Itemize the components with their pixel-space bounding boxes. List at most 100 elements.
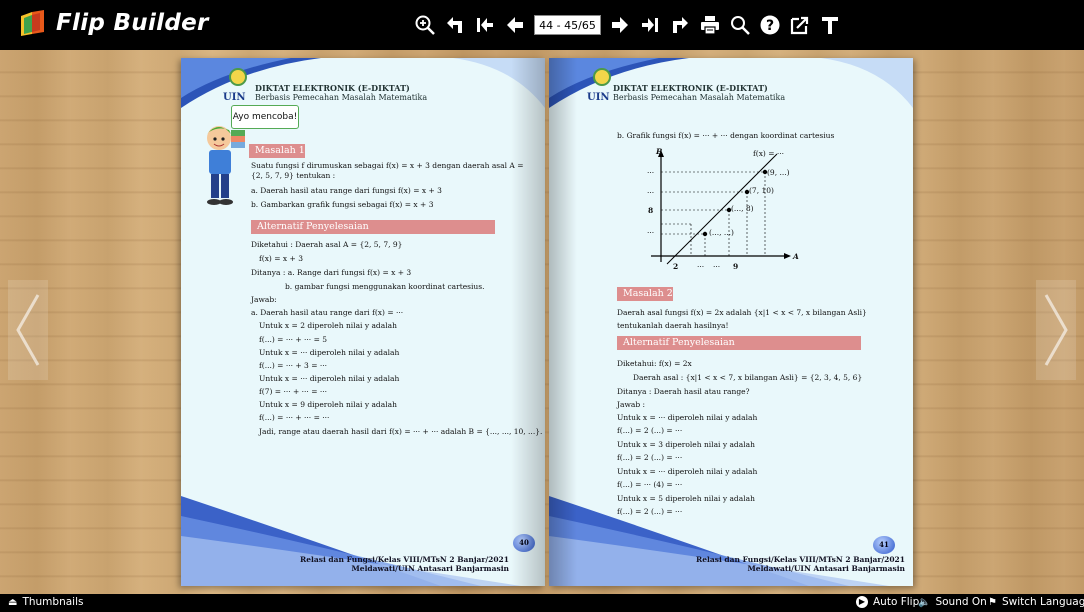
auto-flip-button[interactable]: ▶ Auto Flip: [856, 596, 919, 608]
page-gutter-shadow: [511, 58, 545, 586]
problem-line: tentukanlah daerah hasilnya!: [617, 321, 729, 330]
solution-line: f(...) = ··· + ··· = 5: [259, 335, 328, 344]
share-icon[interactable]: [665, 10, 695, 40]
svg-text:?: ?: [766, 18, 774, 34]
solution-line: Untuk x = 2 diperoleh nilai y adalah: [259, 321, 397, 330]
solution-line: Jawab:: [251, 295, 277, 304]
next-page-arrow[interactable]: [1036, 280, 1076, 380]
footer-course: Relasi dan Fungsi/Kelas VIII/MTsN 2 Banj…: [300, 555, 509, 564]
solution-line: Diketahui : Daerah asal A = {2, 5, 7, 9}: [251, 240, 403, 249]
graph-axis-y: B: [656, 147, 663, 156]
search-icon[interactable]: [725, 10, 755, 40]
uin-label: UIN: [587, 92, 610, 103]
problem-line: b. Gambarkan grafik fungsi sebagai f(x) …: [251, 200, 434, 209]
problem-line: {2, 5, 7, 9} tentukan :: [251, 171, 336, 180]
footer-course: Relasi dan Fungsi/Kelas VIII/MTsN 2 Banj…: [696, 555, 905, 564]
solution-line: f(...) = 2 (...) = ···: [617, 426, 683, 435]
app-title: Flip Builder: [56, 10, 209, 36]
graph-point-label: (7, 10): [749, 186, 774, 195]
header-subtitle: Berbasis Pemecahan Masalah Matematika: [613, 93, 786, 102]
solution-line: Untuk x = 9 diperoleh nilai y adalah: [259, 400, 397, 409]
footer-author: Meldawati/UIN Antasari Banjarmasin: [351, 564, 510, 573]
solution-line: Untuk x = ··· diperoleh nilai y adalah: [617, 467, 758, 476]
solution-line: Untuk x = 3 diperoleh nilai y adalah: [617, 440, 755, 449]
header-title: DIKTAT ELEKTRONIK (E-DIKTAT): [255, 83, 410, 93]
solution-line: Jadi, range atau daerah hasil dari f(x) …: [259, 427, 543, 436]
solution-line: f(x) = x + 3: [259, 254, 303, 263]
graph-point-label: (9, ...): [767, 168, 790, 177]
zoom-in-icon[interactable]: [410, 10, 440, 40]
toolbar-buttons: 44 - 45/65 ?: [410, 10, 845, 40]
book-logo-icon: [18, 8, 48, 38]
problem-line: Daerah asal fungsi f(x) = 2x adalah {x|1…: [617, 308, 867, 317]
graph-x-tick: ···: [713, 262, 721, 271]
auto-flip-label: Auto Flip: [873, 596, 920, 608]
last-page-icon[interactable]: [635, 10, 665, 40]
page-indicator-input[interactable]: 44 - 45/65: [534, 15, 601, 35]
app-logo: Flip Builder: [18, 8, 209, 38]
solution-line: f(...) = ··· + ··· = ···: [259, 413, 330, 422]
sound-label: Sound On: [935, 596, 987, 608]
play-circle-icon: ▶: [856, 596, 868, 608]
print-icon[interactable]: [695, 10, 725, 40]
solution-line: Daerah asal : {x|1 < x < 7, x bilangan A…: [633, 373, 863, 382]
corner-decoration: [821, 58, 913, 108]
masalah-1-label: Masalah 1: [249, 144, 305, 158]
thumbnails-button[interactable]: ⏏ Thumbnails: [8, 596, 83, 608]
graph-function-label: f(x) = ···: [753, 149, 785, 158]
graph-y-tick: ···: [647, 228, 655, 237]
graph-x-tick: ···: [697, 262, 705, 271]
solution-line: f(7) = ··· + ··· = ···: [259, 387, 328, 396]
graph-axis-x: A: [793, 252, 799, 261]
first-page-icon[interactable]: [470, 10, 500, 40]
solution-line: a. Daerah hasil atau range dari f(x) = ·…: [251, 308, 404, 317]
graph-y-tick: 8: [648, 206, 654, 215]
switch-language-label: Switch Language: [1001, 596, 1084, 608]
solution-line: Diketahui: f(x) = 2x: [617, 359, 692, 368]
prev-page-arrow[interactable]: [8, 280, 48, 380]
left-page[interactable]: DIKTAT ELEKTRONIK (E-DIKTAT) Berbasis Pe…: [181, 58, 545, 586]
footer-author: Meldawati/UIN Antasari Banjarmasin: [747, 564, 906, 573]
graph-y-tick: ···: [647, 168, 655, 177]
solution-line: Ditanya : Daerah hasil atau range?: [617, 387, 750, 396]
masalah-2-label: Masalah 2: [617, 287, 673, 301]
graph-caption: b. Grafik fungsi f(x) = ··· + ··· dengan…: [617, 131, 835, 140]
header-title: DIKTAT ELEKTRONIK (E-DIKTAT): [613, 83, 768, 93]
right-page[interactable]: DIKTAT ELEKTRONIK (E-DIKTAT) Berbasis Pe…: [549, 58, 913, 586]
top-toolbar: Flip Builder 44 - 45/65 ?: [0, 0, 1084, 50]
graph-point-label: (..., ...): [709, 228, 734, 237]
graph-x-tick: 9: [733, 262, 739, 271]
page-number: 41: [873, 536, 895, 554]
text-icon[interactable]: [815, 10, 845, 40]
solution-line: Jawab :: [617, 400, 646, 409]
bottom-bar: ⏏ Thumbnails ▶ Auto Flip 🔈 Sound On ⚑ Sw…: [0, 594, 1084, 612]
page-gutter-shadow: [549, 58, 577, 586]
next-page-icon[interactable]: [605, 10, 635, 40]
cartesian-graph: [651, 150, 791, 265]
flag-icon: ⚑: [988, 596, 997, 608]
undo-icon[interactable]: [440, 10, 470, 40]
thumbnails-label: Thumbnails: [22, 596, 84, 608]
solution-line: b. gambar fungsi menggunakan koordinat c…: [285, 282, 485, 291]
graph-y-tick: ···: [647, 188, 655, 197]
graph-x-tick: 2: [673, 262, 679, 271]
speaker-icon: 🔈: [918, 596, 931, 608]
help-icon[interactable]: ?: [755, 10, 785, 40]
solution-line: Untuk x = ··· diperoleh nilai y adalah: [259, 348, 400, 357]
alternatif-penyelesaian-label: Alternatif Penyelesaian: [251, 220, 495, 234]
solution-line: Ditanya : a. Range dari fungsi f(x) = x …: [251, 268, 412, 277]
prev-page-icon[interactable]: [500, 10, 530, 40]
alternatif-penyelesaian-label: Alternatif Penyelesaian: [617, 336, 861, 350]
solution-line: f(...) = ··· + 3 = ···: [259, 361, 328, 370]
problem-line: Suatu fungsi f dirumuskan sebagai f(x) =…: [251, 161, 524, 170]
header-subtitle: Berbasis Pemecahan Masalah Matematika: [255, 93, 428, 102]
solution-line: f(...) = 2 (...) = ···: [617, 453, 683, 462]
eject-icon: ⏏: [8, 596, 18, 608]
switch-language-button[interactable]: ⚑ Switch Language: [988, 596, 1084, 608]
solution-line: Untuk x = ··· diperoleh nilai y adalah: [617, 413, 758, 422]
sound-button[interactable]: 🔈 Sound On: [918, 596, 987, 608]
graph-point-label: (..., 8): [731, 204, 754, 213]
problem-line: a. Daerah hasil atau range dari fungsi f…: [251, 186, 442, 195]
solution-line: Untuk x = ··· diperoleh nilai y adalah: [259, 374, 400, 383]
export-icon[interactable]: [785, 10, 815, 40]
